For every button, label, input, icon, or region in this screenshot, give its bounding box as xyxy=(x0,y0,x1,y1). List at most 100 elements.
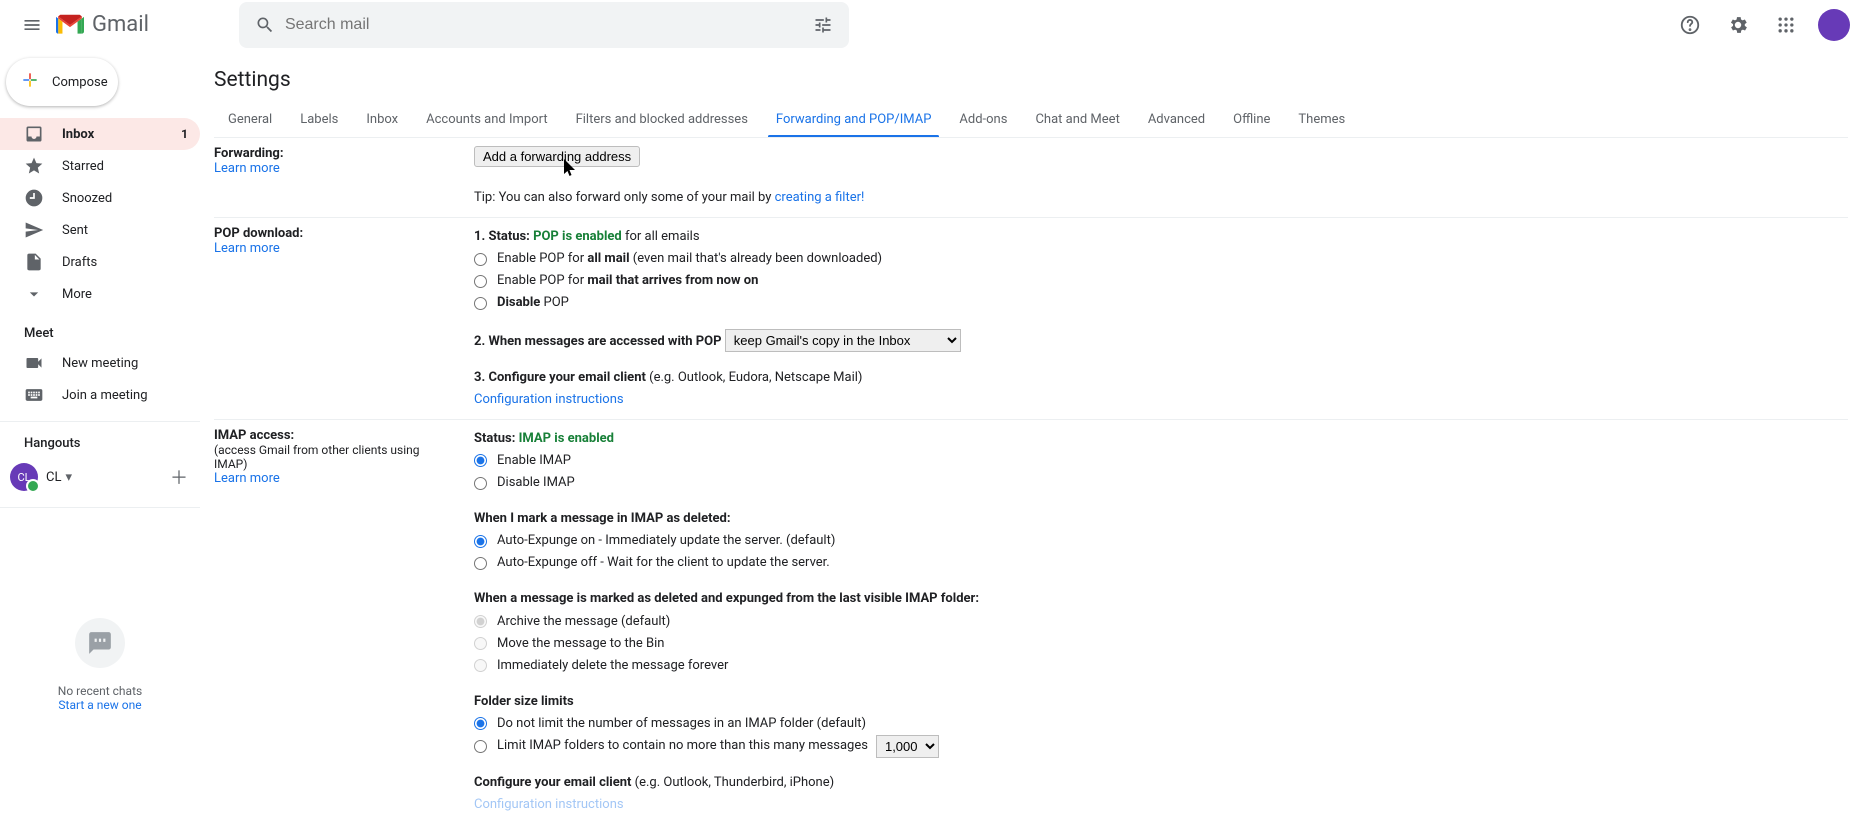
apps-button[interactable] xyxy=(1766,5,1806,45)
radio-input[interactable] xyxy=(474,659,487,672)
expunge-on-option[interactable]: Auto-Expunge on - Immediately update the… xyxy=(474,530,1848,552)
avatar-icon xyxy=(1818,9,1850,41)
expunge-off-option[interactable]: Auto-Expunge off - Wait for the client t… xyxy=(474,552,1848,574)
compose-button[interactable]: Compose xyxy=(6,58,118,106)
sidebar-item-label: Drafts xyxy=(62,255,97,270)
imap-config-eg: (e.g. Outlook, Thunderbird, iPhone) xyxy=(631,775,834,790)
compose-label: Compose xyxy=(52,75,108,90)
sidebar-item-sent[interactable]: Sent xyxy=(0,214,200,246)
radio-input[interactable] xyxy=(474,637,487,650)
radio-input[interactable] xyxy=(474,740,487,753)
pop-learn-more-link[interactable]: Learn more xyxy=(214,241,280,256)
sidebar-item-label: More xyxy=(62,287,92,302)
tab-labels[interactable]: Labels xyxy=(286,102,352,137)
tab-chat-and-meet[interactable]: Chat and Meet xyxy=(1021,102,1133,137)
tab-accounts-and-import[interactable]: Accounts and Import xyxy=(412,102,561,137)
radio-input[interactable] xyxy=(474,557,487,570)
sidebar-item-join-meeting[interactable]: Join a meeting xyxy=(0,379,200,411)
imap-status-prefix: Status: xyxy=(474,431,519,446)
sidebar-item-label: Inbox xyxy=(62,127,94,142)
sidebar-item-snoozed[interactable]: Snoozed xyxy=(0,182,200,214)
pop-config-instructions-link[interactable]: Configuration instructions xyxy=(474,392,624,407)
plus-icon xyxy=(20,70,40,94)
radio-input[interactable] xyxy=(474,454,487,467)
gmail-logo[interactable]: Gmail xyxy=(56,12,149,37)
search-icon xyxy=(255,15,275,35)
search-button[interactable] xyxy=(245,5,285,45)
caret-down-icon[interactable]: ▾ xyxy=(65,470,72,485)
imap-access-section: IMAP access: (access Gmail from other cl… xyxy=(214,420,1848,824)
pop-status-suffix: for all emails xyxy=(622,229,700,244)
new-chat-button[interactable]: ＋ xyxy=(170,464,188,490)
sidebar-item-starred[interactable]: Starred xyxy=(0,150,200,182)
hangouts-user-name: CL xyxy=(46,470,61,485)
chat-bubble-icon xyxy=(75,618,125,668)
tab-add-ons[interactable]: Add-ons xyxy=(945,102,1021,137)
forwarding-learn-more-link[interactable]: Learn more xyxy=(214,161,280,176)
create-filter-link[interactable]: creating a filter! xyxy=(775,190,865,205)
main-menu-button[interactable] xyxy=(8,1,56,49)
hamburger-icon xyxy=(22,15,42,35)
folder-limit-select[interactable]: 1,000 xyxy=(876,735,939,758)
video-icon xyxy=(24,353,44,373)
move-bin-option[interactable]: Move the message to the Bin xyxy=(474,633,1848,655)
support-button[interactable] xyxy=(1670,5,1710,45)
radio-input[interactable] xyxy=(474,253,487,266)
tab-filters-and-blocked-addresses[interactable]: Filters and blocked addresses xyxy=(562,102,762,137)
search-options-button[interactable] xyxy=(803,5,843,45)
radio-input[interactable] xyxy=(474,297,487,310)
imap-enable-option[interactable]: Enable IMAP xyxy=(474,450,1848,472)
imap-sublabel: (access Gmail from other clients using I… xyxy=(214,443,454,471)
settings-button[interactable] xyxy=(1718,5,1758,45)
hangouts-user-row[interactable]: CL CL ▾ ＋ xyxy=(0,457,200,497)
sidebar-item-label: New meeting xyxy=(62,356,138,371)
pop-disable-option[interactable]: Disable POP xyxy=(474,292,1848,314)
forwarding-section: Forwarding: Learn more Add a forwarding … xyxy=(214,138,1848,218)
search-input[interactable] xyxy=(285,16,803,34)
sidebar-item-label: Join a meeting xyxy=(62,388,148,403)
pop-enable-new-option[interactable]: Enable POP for mail that arrives from no… xyxy=(474,270,1848,292)
sidebar-item-more[interactable]: More xyxy=(0,278,200,310)
archive-option[interactable]: Archive the message (default) xyxy=(474,611,1848,633)
pop-config-label: 3. Configure your email client xyxy=(474,370,646,385)
pop-enable-all-option[interactable]: Enable POP for all mail (even mail that'… xyxy=(474,248,1848,270)
search-bar xyxy=(239,2,849,48)
chevron-down-icon xyxy=(24,284,44,304)
user-avatar-icon: CL xyxy=(10,463,38,491)
radio-input[interactable] xyxy=(474,275,487,288)
tab-offline[interactable]: Offline xyxy=(1219,102,1284,137)
page-title: Settings xyxy=(214,68,1848,92)
tab-advanced[interactable]: Advanced xyxy=(1134,102,1219,137)
radio-input[interactable] xyxy=(474,717,487,730)
gmail-wordmark: Gmail xyxy=(92,12,149,37)
delete-forever-option[interactable]: Immediately delete the message forever xyxy=(474,655,1848,677)
inbox-count: 1 xyxy=(181,127,188,141)
account-button[interactable] xyxy=(1814,5,1854,45)
limit-option[interactable]: Limit IMAP folders to contain no more th… xyxy=(474,735,1848,758)
tab-inbox[interactable]: Inbox xyxy=(352,102,412,137)
imap-learn-more-link[interactable]: Learn more xyxy=(214,471,280,486)
settings-content: Settings GeneralLabelsInboxAccounts and … xyxy=(200,50,1862,828)
tab-general[interactable]: General xyxy=(214,102,286,137)
radio-input[interactable] xyxy=(474,615,487,628)
tab-forwarding-and-pop-imap[interactable]: Forwarding and POP/IMAP xyxy=(762,102,946,137)
forwarding-tip-text: Tip: You can also forward only some of y… xyxy=(474,190,775,205)
pop-action-select[interactable]: keep Gmail's copy in the Inbox xyxy=(725,329,961,352)
folder-size-title: Folder size limits xyxy=(474,694,574,709)
start-new-chat-link[interactable]: Start a new one xyxy=(0,698,200,712)
hangouts-section-label: Hangouts xyxy=(0,432,200,457)
forwarding-label: Forwarding: xyxy=(214,146,454,161)
radio-input[interactable] xyxy=(474,535,487,548)
add-forwarding-address-button[interactable]: Add a forwarding address xyxy=(474,146,640,167)
imap-disable-option[interactable]: Disable IMAP xyxy=(474,472,1848,494)
no-limit-option[interactable]: Do not limit the number of messages in a… xyxy=(474,713,1848,735)
header-actions xyxy=(1670,5,1854,45)
tab-themes[interactable]: Themes xyxy=(1284,102,1359,137)
meet-section-label: Meet xyxy=(0,310,200,347)
radio-input[interactable] xyxy=(474,477,487,490)
sidebar: Compose Inbox 1 Starred Snoozed Sent xyxy=(0,50,200,828)
imap-config-instructions-link[interactable]: Configuration instructions xyxy=(474,797,624,812)
sidebar-item-drafts[interactable]: Drafts xyxy=(0,246,200,278)
sidebar-item-inbox[interactable]: Inbox 1 xyxy=(0,118,200,150)
sidebar-item-new-meeting[interactable]: New meeting xyxy=(0,347,200,379)
